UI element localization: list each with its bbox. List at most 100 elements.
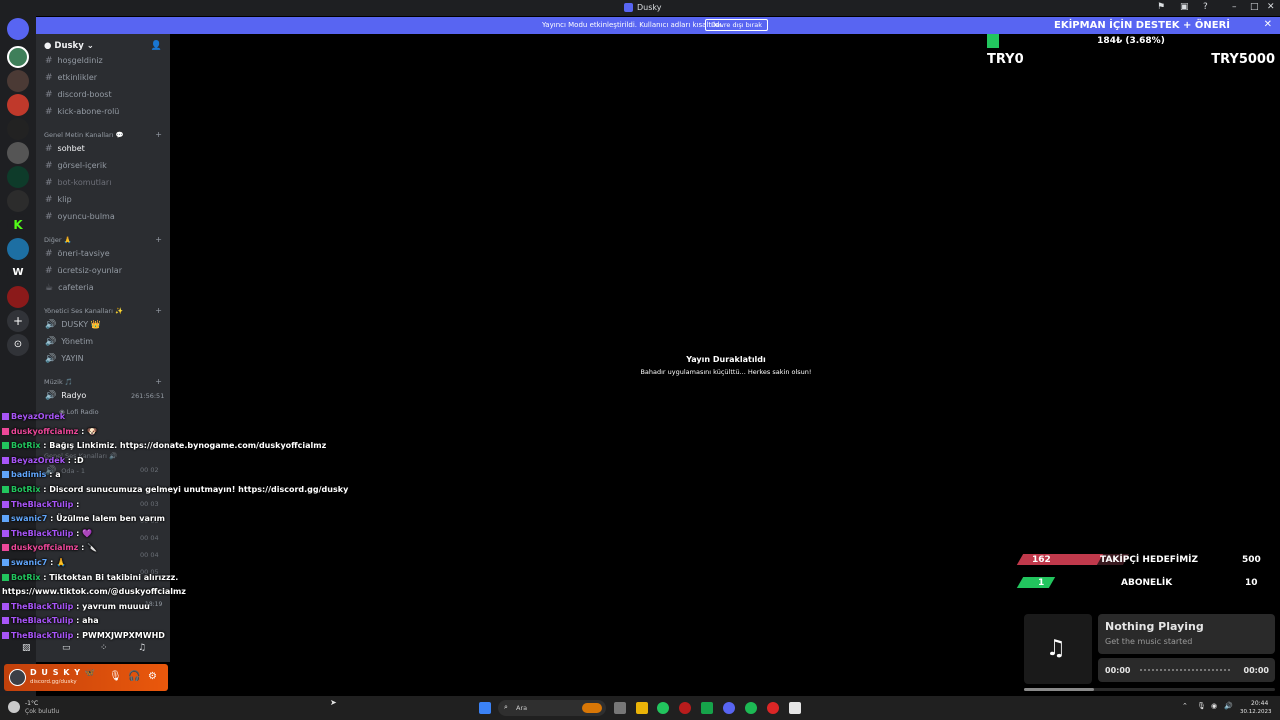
file-explorer-icon[interactable]	[636, 702, 648, 714]
server-icon[interactable]	[7, 238, 29, 260]
volume-icon[interactable]: 🔊	[1224, 702, 1233, 710]
add-channel-icon[interactable]: +	[155, 306, 162, 315]
add-server-icon[interactable]: +	[7, 310, 29, 332]
minimize-icon[interactable]: –	[1232, 2, 1237, 12]
server-icon[interactable]	[7, 70, 29, 92]
channel-item[interactable]: ☕ cafeteria	[45, 283, 94, 293]
channel-item[interactable]: # ücretsiz-oyunlar	[45, 266, 122, 276]
channel-item-selected[interactable]: # sohbet	[45, 144, 85, 154]
server-icon[interactable]	[7, 94, 29, 116]
settings-gear-icon[interactable]: ⚙	[148, 671, 157, 682]
chrome-icon[interactable]	[657, 702, 669, 714]
chat-username: BeyazOrdek	[11, 412, 66, 421]
tray-icon[interactable]: ◉	[1211, 702, 1217, 710]
mouse-cursor-icon: ➤	[330, 698, 337, 707]
chat-badge-icon	[2, 486, 9, 493]
discord-taskbar-icon[interactable]	[723, 702, 735, 714]
chat-username: duskyoffcialmz	[11, 543, 82, 553]
maximize-icon[interactable]: □	[1250, 2, 1259, 12]
taskbar-search[interactable]: ⌕ Ara	[498, 700, 606, 716]
category-general-text[interactable]: Genel Metin Kanalları 💬	[44, 131, 124, 139]
channel-item[interactable]: # kick-abone-rolü	[45, 107, 119, 117]
spotify-icon[interactable]	[745, 702, 757, 714]
activities-icon[interactable]: ⁘	[100, 643, 108, 653]
avatar[interactable]	[9, 669, 26, 686]
tray-mic-icon[interactable]: 🎙	[1197, 702, 1206, 710]
weather-icon[interactable]	[8, 701, 20, 713]
chat-text: : 💜	[76, 528, 93, 538]
room-count: 00 04	[140, 534, 159, 542]
channel-item[interactable]: # öneri-tavsiye	[45, 249, 110, 259]
monitor-icon[interactable]: ▣	[1180, 2, 1189, 12]
kick-icon[interactable]: K	[7, 214, 29, 236]
category-music[interactable]: Müzik 🎵	[44, 378, 73, 386]
headphones-icon[interactable]: 🎧	[128, 671, 140, 682]
chat-text: https://www.tiktok.com/@duskyoffcialmz	[2, 587, 186, 597]
chat-message: swanic7 : Üzülme lalem ben varım	[2, 514, 165, 523]
channel-item[interactable]: # bot-komutları	[45, 178, 111, 188]
chat-text: : 🔪	[81, 543, 98, 553]
tray-chevron-icon[interactable]: ⌃	[1182, 702, 1188, 710]
chat-text: : yavrum muuuu	[76, 601, 150, 611]
channel-item[interactable]: # discord-boost	[45, 90, 112, 100]
subscriber-goal-label: ABONELİK	[1121, 578, 1173, 588]
obs-icon[interactable]	[789, 702, 801, 714]
chat-message: TheBlackTulip : PWMXJWPXMWHD	[2, 631, 165, 640]
channel-item[interactable]: # hoşgeldiniz	[45, 56, 103, 66]
server-icon-w[interactable]: W	[7, 262, 29, 284]
app-icon[interactable]	[679, 702, 691, 714]
chat-message: BeyazOrdek	[2, 412, 65, 421]
chat-message: https://www.tiktok.com/@duskyoffcialmz	[2, 587, 186, 596]
channel-item[interactable]: # görsel-içerik	[45, 161, 107, 171]
voice-channel-radio[interactable]: 🔊 Radyo	[45, 391, 86, 401]
voice-controls: ▨ ▭ ⁘ ♫	[20, 643, 170, 657]
close-banner-icon[interactable]: ✕	[1264, 19, 1272, 30]
voice-channel-item[interactable]: 🔊 DUSKY 👑	[45, 320, 101, 330]
explore-icon[interactable]: ⊙	[7, 334, 29, 356]
screen-share-icon[interactable]: ▭	[62, 643, 71, 653]
stream-paused-subtitle: Bahadır uygulamasını küçülttü... Herkes …	[640, 368, 812, 376]
subscriber-goal-value: 1	[1038, 578, 1045, 588]
clock-time[interactable]: 20:44	[1251, 700, 1268, 707]
subscriber-goal-target: 10	[1245, 578, 1258, 588]
add-channel-icon[interactable]: +	[155, 235, 162, 244]
camera-off-icon[interactable]: ▨	[22, 643, 31, 653]
donation-progress-bar: 184₺ (3.68%)	[987, 34, 1275, 48]
start-button-icon[interactable]	[479, 702, 491, 714]
microphone-icon[interactable]: 🎙	[109, 671, 122, 682]
room-count: 00 02	[140, 466, 159, 474]
room-count: 00 03	[140, 500, 159, 508]
category-other[interactable]: Diğer 🙏	[44, 236, 72, 244]
chat-text: : Discord sunucumuza gelmeyi unutmayın! …	[43, 485, 349, 494]
disable-streamer-mode-button[interactable]: Devre dışı bırak	[705, 19, 768, 31]
voice-channel-item[interactable]: 🔊 Yönetim	[45, 337, 93, 347]
add-channel-icon[interactable]: +	[155, 377, 162, 386]
server-name[interactable]: ● Dusky ⌄	[44, 41, 94, 51]
server-icon[interactable]	[7, 190, 29, 212]
chat-text: : Üzülme lalem ben varım	[50, 514, 165, 524]
server-icon[interactable]	[7, 118, 29, 140]
clock-date[interactable]: 30.12.2023	[1240, 709, 1272, 715]
inbox-icon[interactable]: ⚑	[1157, 2, 1165, 12]
server-icon[interactable]	[7, 286, 29, 308]
category-admin-voice[interactable]: Yönetici Ses Kanalları ✨	[44, 307, 123, 315]
add-channel-icon[interactable]: +	[155, 130, 162, 139]
soundboard-icon[interactable]: ♫	[138, 643, 146, 653]
chat-username: duskyoffcialmz	[11, 426, 82, 436]
chat-message: swanic7 : 🙏	[2, 558, 66, 567]
channel-item[interactable]: # etkinlikler	[45, 73, 97, 83]
invite-icon[interactable]: 👤	[151, 41, 162, 51]
channel-item[interactable]: # oyuncu-bulma	[45, 212, 115, 222]
server-icon[interactable]	[7, 142, 29, 164]
chat-badge-icon	[2, 559, 9, 566]
server-icon[interactable]	[7, 166, 29, 188]
app-icon[interactable]	[767, 702, 779, 714]
close-icon[interactable]: ✕	[1267, 2, 1275, 12]
app-icon[interactable]	[701, 702, 713, 714]
server-icon-dusky[interactable]	[7, 46, 29, 68]
channel-item[interactable]: # klip	[45, 195, 72, 205]
follower-goal-fill	[1016, 554, 1103, 565]
discord-home-icon[interactable]	[7, 18, 29, 40]
help-icon[interactable]: ?	[1203, 2, 1208, 12]
task-view-icon[interactable]	[614, 702, 626, 714]
